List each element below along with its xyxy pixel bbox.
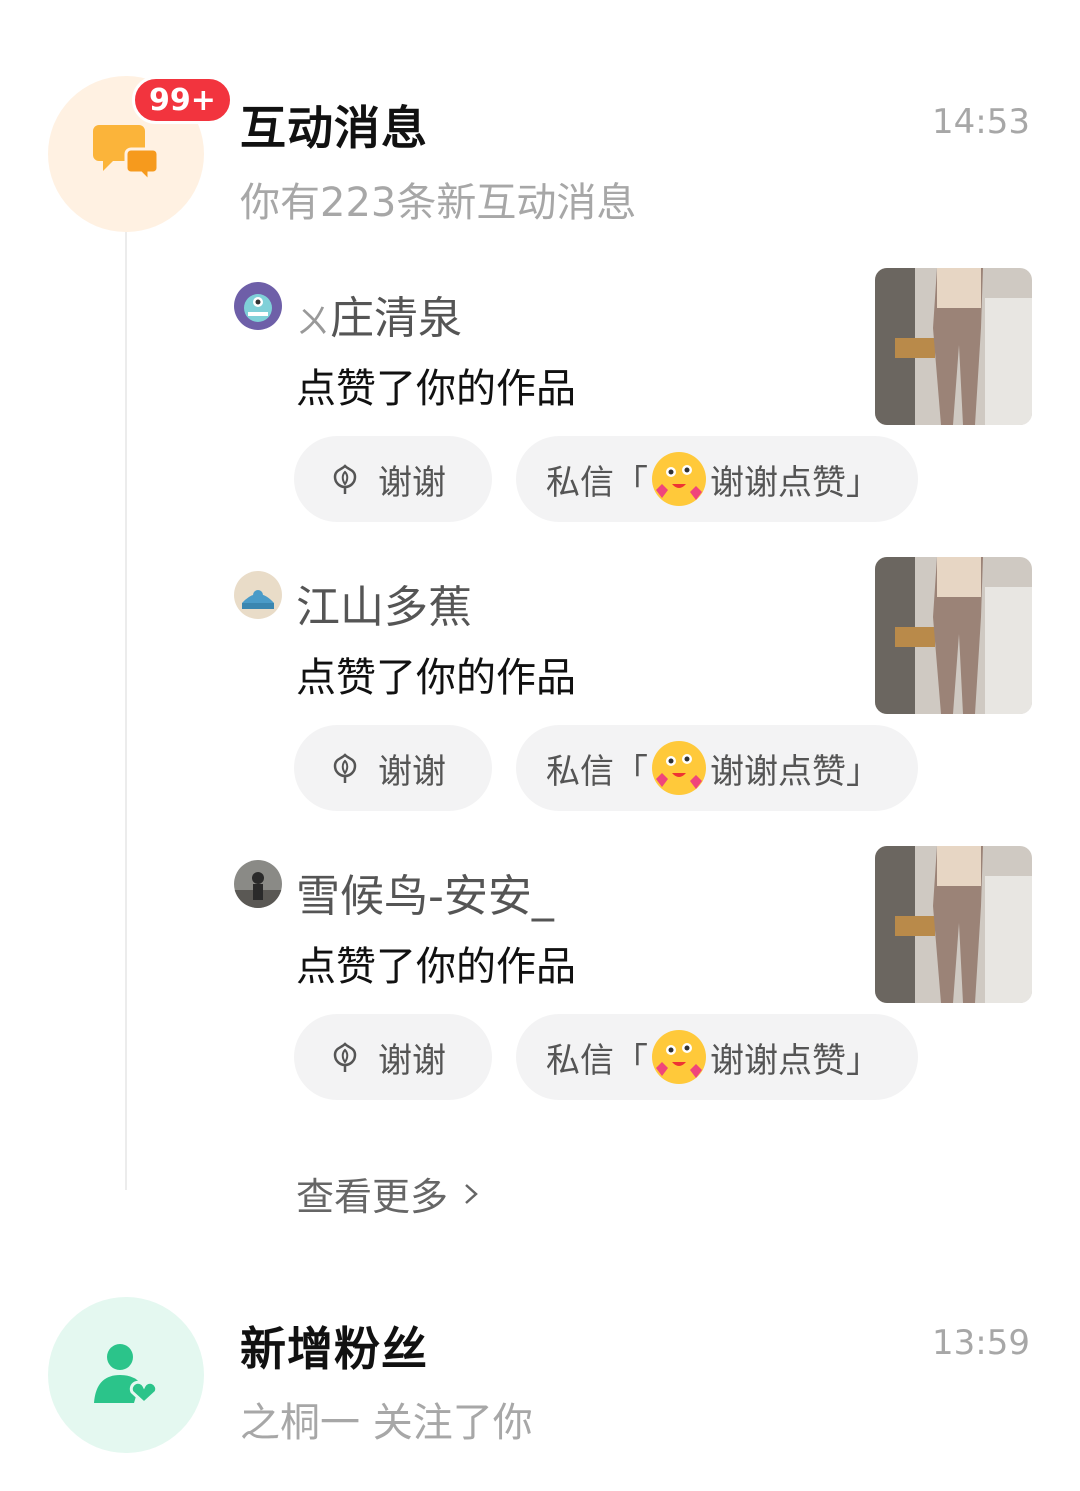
list-item[interactable]: 雪候鸟-安安_ 点赞了你的作品 谢谢 私信「 谢谢点赞」	[0, 846, 1080, 1136]
dm-prefix: 私信「	[546, 751, 648, 792]
action-text: 点赞了你的作品	[296, 366, 576, 412]
flower-icon	[333, 464, 357, 494]
avatar[interactable]	[234, 860, 282, 908]
followers-title[interactable]: 新增粉丝	[240, 1313, 428, 1379]
post-thumbnail[interactable]	[875, 846, 1032, 1003]
action-text: 点赞了你的作品	[296, 655, 576, 701]
user-heart-icon	[94, 1344, 159, 1406]
thanks-label: 谢谢	[378, 751, 446, 792]
avatar[interactable]	[234, 571, 282, 619]
dm-thanks-button[interactable]: 私信「 谢谢点赞」	[516, 436, 918, 522]
dm-thanks-button[interactable]: 私信「 谢谢点赞」	[516, 1014, 918, 1100]
thanks-label: 谢谢	[378, 1040, 446, 1081]
interaction-subtitle: 你有223条新互动消息	[240, 180, 637, 226]
username-prefix: ㄨ	[296, 302, 330, 342]
flower-icon	[333, 753, 357, 783]
dm-prefix: 私信「	[546, 1040, 648, 1081]
view-more-label: 查看更多	[296, 1175, 449, 1219]
username[interactable]: ㄨ庄清泉	[296, 282, 462, 346]
post-thumbnail[interactable]	[875, 557, 1032, 714]
action-text: 点赞了你的作品	[296, 944, 576, 990]
post-thumbnail[interactable]	[875, 268, 1032, 425]
thanks-button[interactable]: 谢谢	[294, 725, 492, 811]
love-emoji-icon	[652, 1030, 706, 1084]
list-item[interactable]: 江山多蕉 点赞了你的作品 谢谢 私信「 谢谢点赞」	[0, 557, 1080, 847]
thanks-button[interactable]: 谢谢	[294, 1014, 492, 1100]
chat-bubbles-icon	[93, 125, 160, 185]
dm-thanks-button[interactable]: 私信「 谢谢点赞」	[516, 725, 918, 811]
dm-text: 谢谢点赞」	[710, 1040, 880, 1081]
username[interactable]: 雪候鸟-安安_	[296, 860, 554, 924]
followers-time: 13:59	[932, 1323, 1030, 1363]
interaction-title[interactable]: 互动消息	[240, 92, 428, 158]
dm-text: 谢谢点赞」	[710, 751, 880, 792]
view-more-link[interactable]: 查看更多	[296, 1166, 482, 1221]
love-emoji-icon	[652, 452, 706, 506]
thanks-label: 谢谢	[378, 462, 446, 503]
followers-subtitle: 之桐一 关注了你	[240, 1400, 533, 1446]
avatar[interactable]	[234, 282, 282, 330]
dm-prefix: 私信「	[546, 462, 648, 503]
flower-icon	[333, 1042, 357, 1072]
thanks-button[interactable]: 谢谢	[294, 436, 492, 522]
interaction-time: 14:53	[932, 102, 1030, 142]
unread-badge: 99+	[132, 76, 233, 124]
new-followers-icon[interactable]	[48, 1297, 204, 1453]
list-item[interactable]: ㄨ庄清泉 点赞了你的作品 谢谢 私信「 谢谢点赞」	[0, 268, 1080, 558]
love-emoji-icon	[652, 741, 706, 795]
chevron-right-icon	[465, 1183, 478, 1204]
username[interactable]: 江山多蕉	[296, 571, 472, 635]
dm-text: 谢谢点赞」	[710, 462, 880, 503]
